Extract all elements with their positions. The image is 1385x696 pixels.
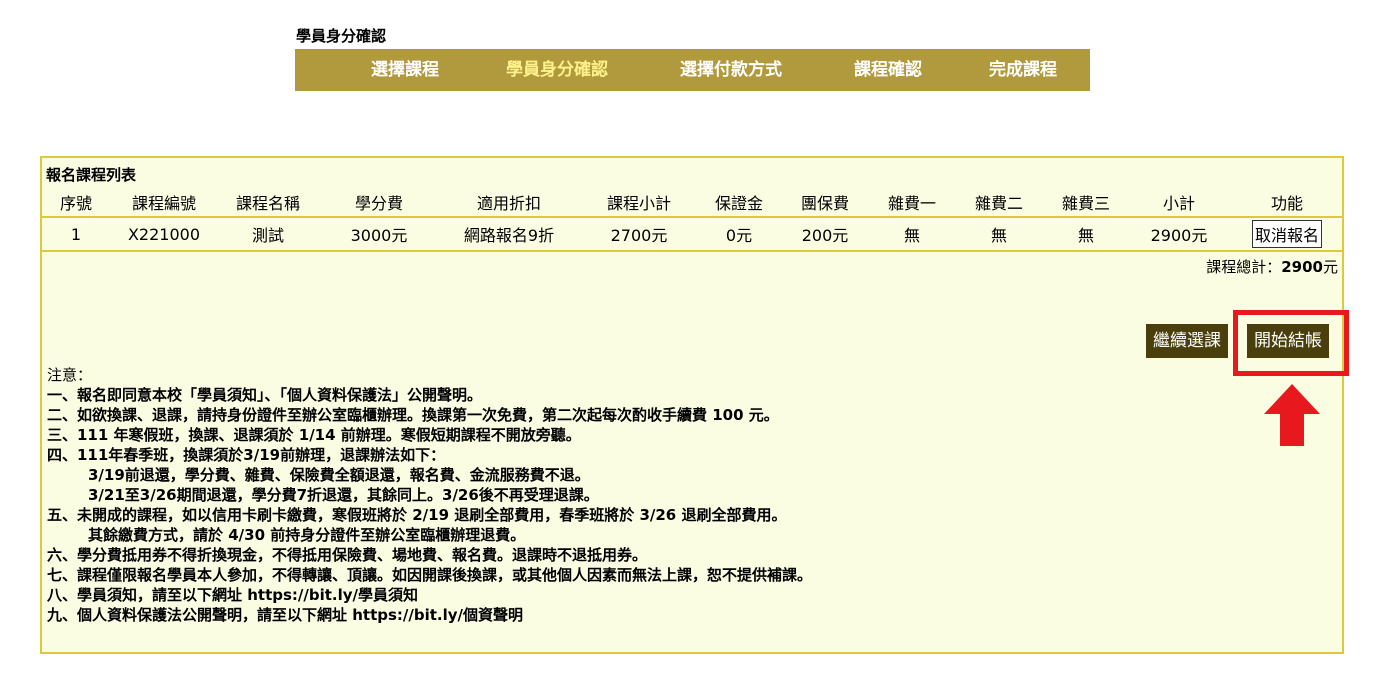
col-header: 團保費 [800,194,849,213]
cell-subtotal: 2900元 [1126,216,1232,252]
note-line: 七、課程僅限報名學員本人參加，不得轉讓、頂讓。如因開課後換課，或其他個人因素而無… [47,566,813,584]
cell-course-code: X221000 [110,216,218,252]
notes-heading: 注意： [47,366,93,384]
step-identity-confirm: 學員身分確認 [506,60,608,80]
col-header: 功能 [1270,194,1303,213]
course-total: 課程總計：2900元 [1206,256,1338,277]
col-header: 小計 [1162,194,1195,213]
col-header: 課程小計 [606,194,671,213]
table-header-row: 序號 課程編號 課程名稱 學分費 適用折扣 課程小計 保證金 團保費 雜費一 雜… [42,188,1342,217]
course-table: 序號 課程編號 課程名稱 學分費 適用折扣 課程小計 保證金 團保費 雜費一 雜… [42,188,1342,252]
col-header: 雜費三 [1061,194,1110,213]
table-row: 1 X221000 測試 3000元 網路報名9折 2700元 0元 200元 … [42,216,1342,252]
cell-misc-fee-2: 無 [952,216,1046,252]
col-header: 雜費一 [887,194,936,213]
note-line: 3/19前退還，學分費、雜費、保險費全額退還，報名費、金流服務費不退。 [88,466,590,484]
panel-title: 報名課程列表 [46,166,137,184]
cell-misc-fee-3: 無 [1046,216,1126,252]
course-total-value: 2900 [1281,258,1323,276]
cell-course-subtotal: 2700元 [578,216,700,252]
note-line: 九、個人資料保護法公開聲明，請至以下網址 https://bit.ly/個資聲明 [47,606,524,624]
cell-tuition: 3000元 [318,216,440,252]
col-header: 雜費二 [974,194,1023,213]
cell-misc-fee-1: 無 [872,216,952,252]
cell-insurance: 200元 [778,216,872,252]
cell-course-name: 測試 [218,216,318,252]
course-total-label: 課程總計： [1206,258,1282,276]
col-header: 課程名稱 [235,194,300,213]
note-line: 一、報名即同意本校「學員須知」、「個人資料保護法」公開聲明。 [47,386,483,404]
cancel-registration-button[interactable]: 取消報名 [1251,220,1322,248]
notes-section: 注意： 一、報名即同意本校「學員須知」、「個人資料保護法」公開聲明。 二、如欲換… [47,365,812,625]
col-header: 適用折扣 [476,194,541,213]
note-line: 五、未開成的課程，如以信用卡刷卡繳費，寒假班將於 2/19 退刷全部費用，春季班… [47,506,787,524]
col-header: 保證金 [714,194,763,213]
page-title: 學員身分確認 [296,27,387,45]
up-arrow-icon [1264,384,1320,446]
note-line: 其餘繳費方式，請於 4/30 前持身分證件至辦公室臨櫃辦理退費。 [88,526,526,544]
note-line: 六、學分費抵用券不得折換現金，不得抵用保險費、場地費、報名費。退課時不退抵用券。 [47,546,648,564]
step-course-confirm: 課程確認 [854,60,922,80]
note-line: 二、如欲換課、退課，請持身份證件至辦公室臨櫃辦理。換課第一次免費，第二次起每次酌… [47,406,779,424]
progress-steps-bar: 選擇課程 學員身分確認 選擇付款方式 課程確認 完成課程 [295,49,1090,91]
note-line: 四、111年春季班，換課須於3/19前辦理，退課辦法如下： [47,446,446,464]
step-select-course: 選擇課程 [371,60,439,80]
cell-serial: 1 [42,216,110,252]
col-header: 序號 [59,194,92,213]
note-line: 八、學員須知，請至以下網址 https://bit.ly/學員須知 [47,586,419,604]
cell-actions: 取消報名 [1232,216,1342,252]
course-total-unit: 元 [1322,258,1338,276]
note-line: 3/21至3/26期間退還，學分費7折退還，其餘同上。3/26後不再受理退課。 [88,486,599,504]
col-header: 學分費 [354,194,403,213]
step-complete: 完成課程 [989,60,1057,80]
note-line: 三、111 年寒假班，換課、退課須於 1/14 前辦理。寒假短期課程不開放旁聽。 [47,426,581,444]
col-header: 課程編號 [131,194,196,213]
registered-courses-panel: 報名課程列表 序號 課程編號 課程名稱 學分費 適用折扣 課程小計 保證金 團保… [40,156,1349,654]
checkout-highlight-box [1233,310,1349,376]
step-payment-method: 選擇付款方式 [680,60,782,80]
cell-discount: 網路報名9折 [440,216,578,252]
continue-selecting-button[interactable]: 繼續選課 [1146,324,1228,358]
cell-deposit: 0元 [700,216,778,252]
